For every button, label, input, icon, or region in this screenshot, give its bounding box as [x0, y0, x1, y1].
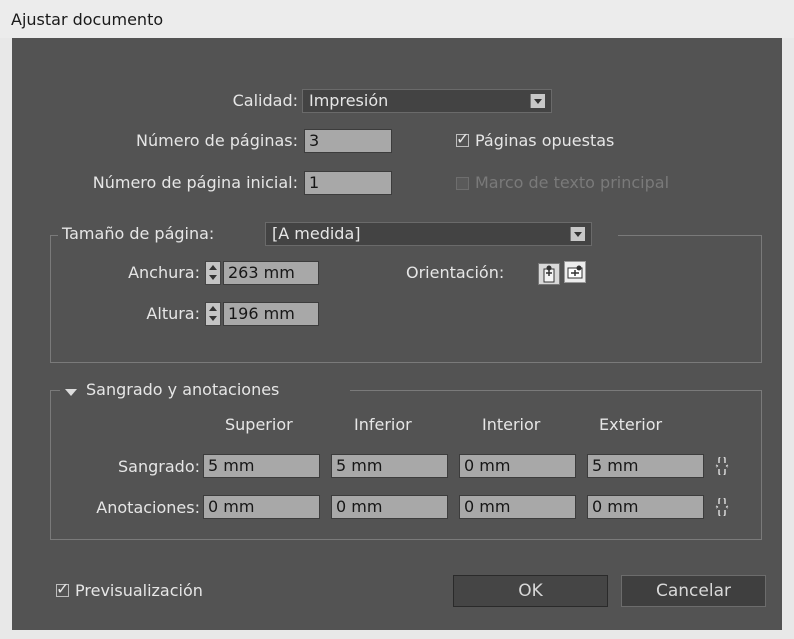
bleed-row-label: Sangrado:: [118, 457, 200, 476]
page-size-label: Tamaño de página:: [62, 224, 215, 243]
checkmark-icon: ✓: [456, 129, 470, 148]
width-input[interactable]: 263 mm: [223, 261, 319, 285]
start-page-label: Número de página inicial:: [92, 173, 298, 192]
slug-row-label: Anotaciones:: [96, 498, 200, 517]
quality-label: Calidad:: [232, 91, 298, 110]
column-header-inside: Interior: [482, 415, 541, 434]
num-pages-label: Número de páginas:: [136, 131, 298, 150]
bleed-top-input[interactable]: 5 mm: [203, 454, 320, 478]
landscape-orientation-icon[interactable]: [564, 261, 586, 283]
start-page-input[interactable]: 1: [304, 171, 392, 195]
preview-label: Previsualización: [75, 581, 203, 600]
bleed-outside-input[interactable]: 5 mm: [587, 454, 704, 478]
dialog-title: Ajustar documento: [11, 10, 164, 29]
page-size-group: [50, 235, 762, 363]
page-size-dropdown[interactable]: [A medida]: [265, 222, 592, 246]
checkmark-icon: ✓: [56, 579, 70, 598]
chevron-down-icon: [530, 94, 545, 108]
dialog-body: Calidad: Impresión Número de páginas: 3 …: [12, 38, 782, 630]
portrait-orientation-icon[interactable]: [538, 263, 560, 285]
bleed-bottom-input[interactable]: 5 mm: [331, 454, 448, 478]
chain-link-icon[interactable]: [714, 496, 730, 520]
slug-outside-input[interactable]: 0 mm: [587, 495, 704, 519]
quality-value: Impresión: [309, 91, 389, 110]
width-label: Anchura:: [128, 263, 200, 282]
dialog-window: Ajustar documento Calidad: Impresión Núm…: [0, 0, 794, 639]
bleed-inside-input[interactable]: 0 mm: [459, 454, 576, 478]
width-stepper-icon[interactable]: [205, 261, 221, 285]
num-pages-input[interactable]: 3: [304, 129, 392, 153]
height-stepper-icon[interactable]: [205, 302, 221, 326]
page-size-value: [A medida]: [272, 224, 361, 243]
facing-pages-label: Páginas opuestas: [475, 131, 615, 150]
slug-bottom-input[interactable]: 0 mm: [331, 495, 448, 519]
title-bar[interactable]: Ajustar documento: [0, 0, 794, 38]
height-input[interactable]: 196 mm: [223, 302, 319, 326]
column-header-bottom: Inferior: [354, 415, 412, 434]
ok-button[interactable]: OK: [453, 575, 608, 607]
slug-inside-input[interactable]: 0 mm: [459, 495, 576, 519]
column-header-outside: Exterior: [599, 415, 663, 434]
orientation-label: Orientación:: [406, 263, 505, 282]
collapse-triangle-icon[interactable]: [65, 389, 77, 396]
chain-link-icon[interactable]: [714, 455, 730, 479]
slug-top-input[interactable]: 0 mm: [203, 495, 320, 519]
height-label: Altura:: [146, 304, 200, 323]
primary-text-frame-checkbox: [456, 177, 469, 190]
quality-dropdown[interactable]: Impresión: [302, 89, 552, 113]
cancel-button[interactable]: Cancelar: [621, 575, 766, 607]
primary-text-frame-label: Marco de texto principal: [475, 173, 670, 192]
bleed-slug-section-label: Sangrado y anotaciones: [86, 380, 280, 399]
chevron-down-icon: [570, 227, 585, 241]
column-header-top: Superior: [225, 415, 293, 434]
